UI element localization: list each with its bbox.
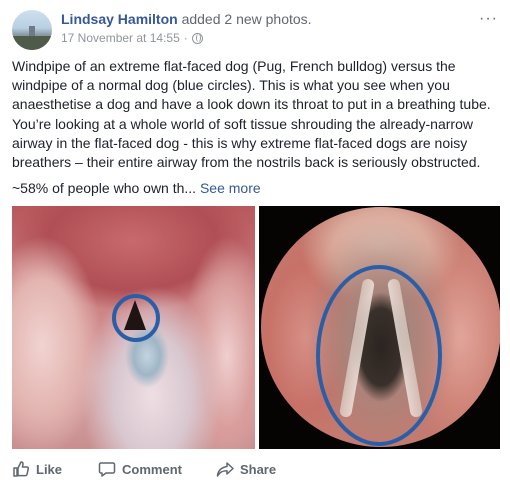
like-label: Like — [36, 461, 63, 477]
excerpt-text: ~58% of people who own th... — [12, 180, 197, 196]
comment-label: Comment — [122, 461, 182, 477]
blue-annotation-circle-small — [112, 294, 160, 342]
meta-separator: · — [183, 31, 188, 45]
post-excerpt: ~58% of people who own th... See more — [12, 179, 261, 198]
comment-icon — [98, 462, 116, 477]
post-action-text: added 2 new photos. — [181, 11, 312, 27]
like-icon — [13, 461, 30, 477]
post-body-text: Windpipe of an extreme flat-faced dog (P… — [12, 58, 491, 171]
post-timestamp[interactable]: 17 November at 14:55 — [61, 31, 180, 45]
see-more-link[interactable]: See more — [200, 180, 261, 196]
post-header: Lindsay Hamilton added 2 new photos. — [61, 11, 312, 27]
photo-normal-dog-airway[interactable] — [259, 206, 500, 449]
facebook-post: Lindsay Hamilton added 2 new photos. 17 … — [0, 0, 510, 484]
post-meta: 17 November at 14:55 · — [61, 31, 203, 45]
author-avatar[interactable] — [12, 10, 52, 50]
post-action-bar: Like Comment Share — [12, 458, 276, 480]
blue-annotation-circle-large — [316, 265, 442, 446]
comment-button[interactable]: Comment — [98, 460, 182, 478]
globe-icon[interactable] — [191, 32, 203, 44]
photo-flat-faced-dog-airway[interactable] — [12, 206, 255, 449]
more-options-icon[interactable]: ··· — [479, 10, 498, 28]
author-name-link[interactable]: Lindsay Hamilton — [61, 11, 178, 27]
like-button[interactable]: Like — [12, 460, 62, 478]
share-icon — [216, 462, 234, 477]
share-button[interactable]: Share — [216, 460, 276, 478]
avatar-hill-shape — [12, 36, 52, 50]
share-label: Share — [239, 461, 277, 477]
